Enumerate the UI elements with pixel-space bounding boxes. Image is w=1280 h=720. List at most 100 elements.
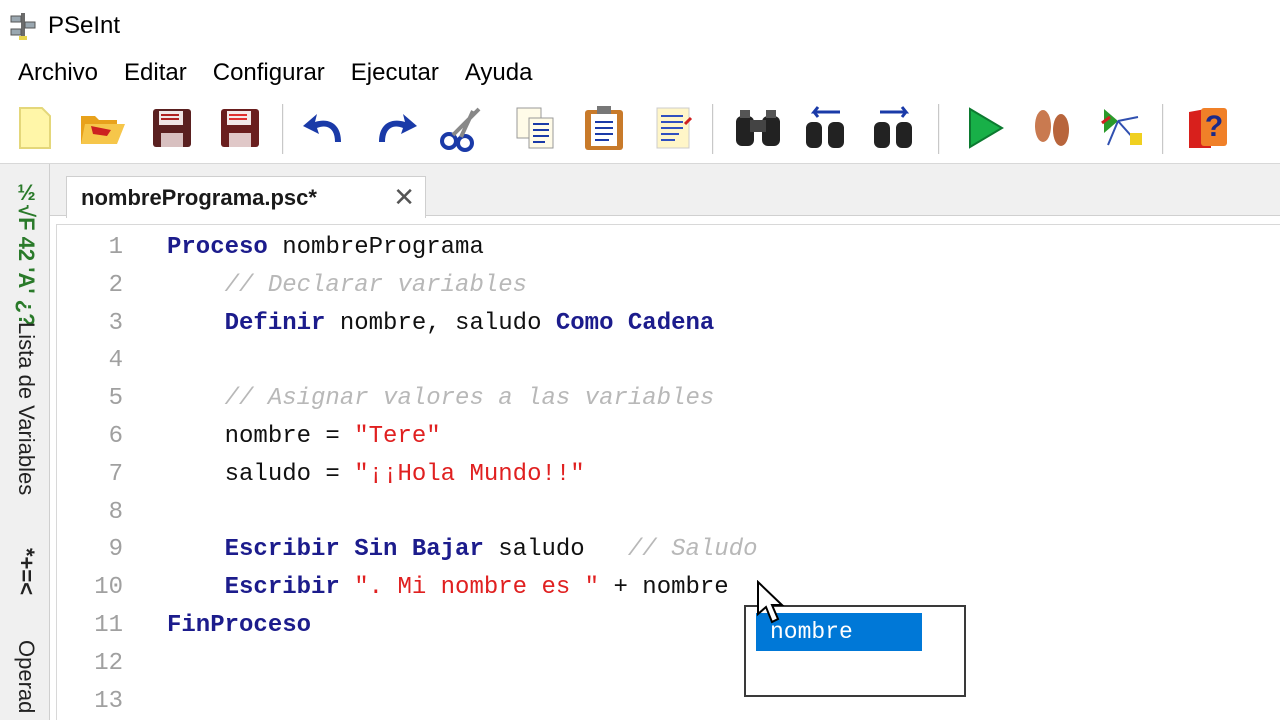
- code-token: nombrePrograma: [267, 234, 484, 261]
- tab-nombre-programa[interactable]: nombrePrograma.psc* ✕: [66, 176, 426, 218]
- toolbar-separator: [712, 104, 714, 154]
- new-file-icon[interactable]: [8, 102, 60, 154]
- line-number: 6: [108, 423, 123, 450]
- code-token: nombre =: [167, 423, 355, 450]
- line-number: 1: [108, 234, 123, 261]
- cut-icon[interactable]: [436, 102, 488, 154]
- code-token: Escribir: [224, 574, 340, 602]
- redo-icon[interactable]: [368, 102, 420, 154]
- operators-symbols[interactable]: *+=<: [13, 548, 39, 595]
- menu-ejecutar[interactable]: Ejecutar: [349, 59, 447, 87]
- code-text: Escribir Sin Bajar saludo // Saludo: [167, 531, 758, 568]
- code-token: nombre, saludo: [325, 309, 556, 337]
- edit-notes-icon[interactable]: [648, 102, 700, 154]
- save-as-icon[interactable]: [214, 102, 266, 154]
- menu-configurar[interactable]: Configurar: [211, 59, 333, 87]
- line-number: 10: [94, 574, 123, 602]
- line-number: 5: [108, 385, 123, 413]
- svg-text:?: ?: [1205, 110, 1223, 143]
- symbols-panel-tab[interactable]: ½√F 42 'A' ¿?: [13, 180, 39, 327]
- side-panel: ½√F 42 'A' ¿? Lista de Variables *+=< Op…: [0, 164, 50, 720]
- tab-bar: nombrePrograma.psc* ✕: [50, 164, 1280, 218]
- code-token: "¡¡Hola Mundo!!": [354, 460, 585, 488]
- menu-bar: Archivo Editar Configurar Ejecutar Ayuda: [0, 52, 1280, 94]
- code-text: // Declarar variables: [167, 267, 527, 304]
- code-line[interactable]: 13: [57, 683, 1280, 720]
- find-next-icon[interactable]: [868, 102, 920, 154]
- save-icon[interactable]: [146, 102, 198, 154]
- menu-editar[interactable]: Editar: [122, 59, 195, 87]
- open-folder-icon[interactable]: [76, 102, 128, 154]
- copy-icon[interactable]: [510, 102, 562, 154]
- code-token: Cadena: [627, 309, 715, 337]
- paste-icon[interactable]: [578, 102, 630, 154]
- code-token: Proceso: [167, 234, 268, 261]
- code-line[interactable]: 9 Escribir Sin Bajar saludo // Saludo: [57, 531, 1280, 568]
- line-number: 9: [108, 536, 123, 564]
- code-token: // Asignar valores a las variables: [224, 385, 715, 413]
- line-number: 4: [108, 347, 123, 375]
- code-text: Proceso nombrePrograma: [167, 229, 484, 266]
- code-token: "Tere": [354, 423, 441, 450]
- code-line[interactable]: 7 saludo = "¡¡Hola Mundo!!": [57, 456, 1280, 493]
- menu-archivo[interactable]: Archivo: [16, 59, 106, 87]
- code-text: FinProceso: [167, 607, 311, 644]
- code-text: Definir nombre, saludo Como Cadena: [167, 305, 715, 342]
- line-number: 8: [108, 498, 123, 526]
- toolbar-separator: [938, 104, 940, 154]
- code-line[interactable]: 4: [57, 342, 1280, 379]
- code-line[interactable]: 6 nombre = "Tere": [57, 418, 1280, 455]
- find-previous-icon[interactable]: [800, 102, 852, 154]
- line-number: 2: [108, 271, 123, 299]
- code-token: // Declarar variables: [224, 271, 528, 299]
- code-token: ". Mi nombre es ": [354, 574, 600, 602]
- code-token: FinProceso: [167, 612, 312, 639]
- code-line[interactable]: 5 // Asignar valores a las variables: [57, 380, 1280, 417]
- code-token: saludo: [483, 536, 628, 564]
- code-line[interactable]: 3 Definir nombre, saludo Como Cadena: [57, 305, 1280, 342]
- find-icon[interactable]: [732, 102, 784, 154]
- menu-ayuda[interactable]: Ayuda: [463, 59, 541, 87]
- code-editor[interactable]: 1 Proceso nombrePrograma 2 // Declarar var…: [56, 224, 1280, 720]
- variables-panel-tab[interactable]: Lista de Variables: [13, 322, 39, 495]
- operators-panel-tab[interactable]: Operad: [13, 640, 39, 713]
- line-number: 7: [108, 460, 123, 488]
- code-text: saludo = "¡¡Hola Mundo!!": [167, 456, 585, 493]
- line-number: 3: [108, 309, 123, 337]
- line-number: 11: [94, 612, 123, 639]
- line-number: 13: [94, 687, 123, 715]
- code-line[interactable]: 11 FinProceso: [57, 607, 1280, 644]
- line-number: 12: [94, 649, 123, 677]
- code-token: Como: [555, 309, 614, 337]
- code-line[interactable]: 2 // Declarar variables: [57, 267, 1280, 304]
- code-line[interactable]: 1 Proceso nombrePrograma: [57, 229, 1280, 266]
- undo-icon[interactable]: [300, 102, 352, 154]
- code-line[interactable]: 8: [57, 494, 1280, 531]
- help-icon[interactable]: ?: [1180, 102, 1232, 154]
- code-text: nombre = "Tere": [167, 418, 441, 455]
- close-icon[interactable]: ✕: [393, 184, 415, 210]
- diagram-icon[interactable]: [1094, 102, 1146, 154]
- run-icon[interactable]: [958, 102, 1010, 154]
- step-by-step-icon[interactable]: [1026, 102, 1078, 154]
- title-bar: PSeInt: [0, 0, 1280, 52]
- code-text: Escribir ". Mi nombre es " + nombre: [167, 569, 729, 606]
- toolbar-separator: [282, 104, 284, 154]
- code-token: // Saludo: [627, 536, 758, 564]
- code-token: + nombre: [599, 574, 729, 602]
- mouse-cursor-icon: [756, 579, 786, 630]
- toolbar-separator: [1162, 104, 1164, 154]
- code-token: saludo =: [167, 460, 355, 488]
- window-title: PSeInt: [48, 12, 121, 39]
- code-line[interactable]: 10 Escribir ". Mi nombre es " + nombre: [57, 569, 1280, 606]
- code-text: // Asignar valores a las variables: [167, 380, 715, 417]
- code-token: Definir: [224, 309, 326, 337]
- code-line[interactable]: 12: [57, 645, 1280, 682]
